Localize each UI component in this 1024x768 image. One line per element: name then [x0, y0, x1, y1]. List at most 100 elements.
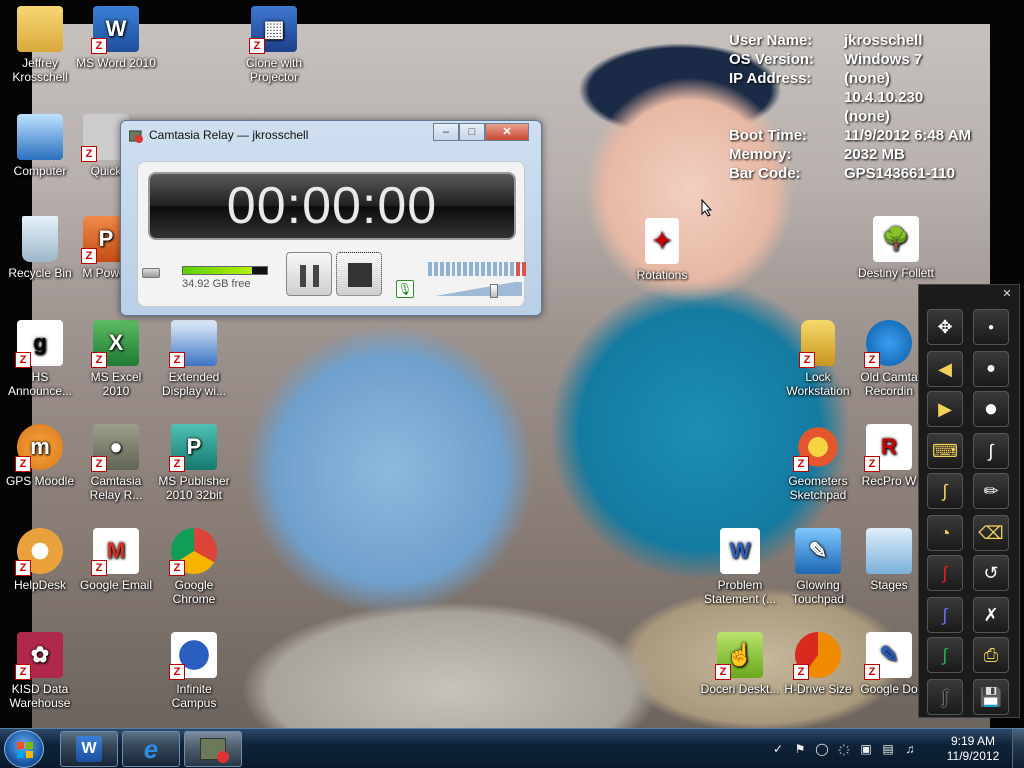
pen-toolbar-close-button[interactable]: ✕ — [1001, 288, 1013, 300]
desktop-icon-doceri[interactable]: ☝ Z Doceri Deskt... — [700, 632, 780, 696]
pen-cursor-icon[interactable]: ∫ — [927, 473, 963, 509]
next-page-icon[interactable]: ▶ — [927, 391, 963, 427]
icon-label: RecPro W — [861, 474, 917, 488]
select-tool-icon[interactable]: ✥ — [927, 309, 963, 345]
z-badge-icon: Z — [15, 664, 31, 680]
z-badge-icon: Z — [91, 560, 107, 576]
pause-button[interactable] — [286, 252, 332, 296]
desktop-icon-geometers[interactable]: Z Geometers Sketchpad — [778, 424, 858, 502]
sysinfo-row: User Name: jkrosschell — [729, 31, 971, 50]
keyboard-icon[interactable]: ⌨ — [927, 433, 963, 469]
microphone-icon[interactable]: 🎙 — [396, 280, 414, 298]
desktop-icon-recycle-bin[interactable]: Recycle Bin — [0, 216, 80, 280]
taskbar-ie-button[interactable]: e — [122, 731, 180, 767]
recpro-icon: RZ — [864, 424, 912, 472]
desktop-icon-stages[interactable]: Stages — [856, 528, 922, 592]
undo-icon[interactable]: ↺ — [973, 555, 1009, 591]
taskbar-clock[interactable]: 9:19 AM 11/9/2012 — [940, 734, 1006, 764]
highlighter-icon[interactable]: ✏ — [973, 473, 1009, 509]
icon-label: Rotations — [636, 268, 688, 282]
desktop-icon-ms-publisher[interactable]: PZ MS Publisher 2010 32bit — [154, 424, 234, 502]
moodle-icon: mZ — [15, 424, 63, 472]
display-icon[interactable]: ▣ — [858, 741, 874, 757]
excel-icon: XZ — [91, 320, 139, 368]
medium-dot-icon[interactable]: ● — [973, 351, 1009, 387]
sysinfo-key: User Name: — [729, 32, 813, 49]
desktop-icon-recpro[interactable]: RZ RecPro W — [856, 424, 922, 488]
taskbar-camtasia-button[interactable] — [184, 731, 242, 767]
blue-pen-icon[interactable]: ∫ — [927, 597, 963, 633]
start-button[interactable] — [4, 730, 44, 768]
small-dot-icon[interactable]: ● — [973, 309, 1009, 345]
extended-display-icon: Z — [169, 320, 217, 368]
pen-toolbar[interactable]: ✕ ✥ ◀ ▶ ⌨ ∫ ◔ ∫ ∫ ∫ ∫ ● ● ● ∫ ✏ ⌫ ↺ ✗ ⎙ … — [918, 284, 1020, 718]
window-titlebar[interactable]: Camtasia Relay — jkrosschell – □ ✕ — [121, 121, 541, 149]
desktop-icon-gps-moodle[interactable]: mZ GPS Moodle — [0, 424, 80, 488]
publisher-icon: PZ — [169, 424, 217, 472]
pen-stroke-icon[interactable]: ∫ — [973, 433, 1009, 469]
desktop-icon-google-docs[interactable]: ✎ Z Google Do — [856, 632, 922, 696]
bluetooth-icon[interactable]: ҉ — [836, 741, 852, 757]
desktop-icon-old-camtasia[interactable]: Z Old Camta Recordin — [856, 320, 922, 398]
z-badge-icon: Z — [15, 560, 31, 576]
desktop-icon-google-email[interactable]: MZ Google Email — [76, 528, 156, 592]
save-icon[interactable]: 💾 — [973, 679, 1009, 715]
desktop-icon-destiny[interactable]: 🌳 Destiny Follett — [856, 216, 936, 280]
minimize-button[interactable]: – — [433, 123, 459, 141]
volume-slider-track[interactable] — [428, 282, 522, 296]
desktop-icon-jeffrey[interactable]: Jeffrey Krosschell — [0, 6, 80, 84]
sysinfo-key: OS Version: — [729, 51, 815, 68]
desktop-icon-camtasia-relay[interactable]: ● Z Camtasia Relay R... — [76, 424, 156, 502]
maximize-button[interactable]: □ — [459, 123, 485, 141]
desktop-icon-glowing-touchpad[interactable]: ✎ Glowing Touchpad — [778, 528, 858, 606]
recording-timer: 00:00:00 — [148, 172, 516, 240]
desktop-icon-ms-excel[interactable]: XZ MS Excel 2010 — [76, 320, 156, 398]
red-pen-icon[interactable]: ∫ — [927, 555, 963, 591]
icon-label: KISD Data Warehouse — [9, 682, 71, 710]
previous-page-icon[interactable]: ◀ — [927, 351, 963, 387]
desktop-icon-rotations[interactable]: ✦ Rotations — [622, 218, 702, 282]
desktop-icon-problem-statement[interactable]: W Problem Statement (... — [700, 528, 780, 606]
icon-label: Stages — [870, 578, 908, 592]
clear-icon[interactable]: ✗ — [973, 597, 1009, 633]
network-globe-icon[interactable]: ◯ — [814, 741, 830, 757]
volume-icon[interactable]: ♫ — [902, 741, 918, 757]
free-space-label: 34.92 GB free — [182, 278, 251, 290]
camtasia-app-icon — [129, 130, 143, 143]
desktop-icon-lock-workstation[interactable]: Z Lock Workstation — [778, 320, 858, 398]
green-pen-icon[interactable]: ∫ — [927, 637, 963, 673]
sysinfo-row: (none) — [729, 107, 971, 126]
volume-slider-thumb[interactable] — [490, 284, 498, 298]
chrome-icon: Z — [169, 528, 217, 576]
pdf-icon: ✦ — [645, 218, 679, 264]
desktop-icon-google-chrome[interactable]: Z Google Chrome — [154, 528, 234, 606]
desktop-icon-hs-announce[interactable]: gZ HS Announce... — [0, 320, 80, 398]
computer-icon — [17, 114, 63, 160]
stop-button[interactable] — [336, 252, 382, 296]
eraser-icon[interactable]: ⌫ — [973, 515, 1009, 551]
desktop-icon-extended-display[interactable]: Z Extended Display wi... — [154, 320, 234, 398]
close-button[interactable]: ✕ — [485, 123, 529, 141]
desktop-icon-computer[interactable]: Computer — [0, 114, 80, 178]
desktop-icon-helpdesk[interactable]: Z HelpDesk — [0, 528, 80, 592]
sysinfo-key: Boot Time: — [729, 127, 808, 144]
camtasia-relay-window[interactable]: Camtasia Relay — jkrosschell – □ ✕ 00:00… — [120, 120, 542, 316]
security-shield-icon[interactable]: ✓ — [770, 741, 786, 757]
black-pen-icon[interactable]: ∫ — [927, 679, 963, 715]
color-palette-icon[interactable]: ◔ — [927, 515, 963, 551]
taskbar-word-button[interactable]: W — [60, 731, 118, 767]
icon-label: HelpDesk — [13, 578, 67, 592]
show-desktop-button[interactable] — [1012, 729, 1024, 768]
icon-label: MS Publisher 2010 32bit — [158, 474, 230, 502]
action-center-icon[interactable]: ⚑ — [792, 741, 808, 757]
network-icon[interactable]: ▤ — [880, 741, 896, 757]
desktop-icon-h-drive[interactable]: Z H-Drive Size — [778, 632, 858, 696]
large-dot-icon[interactable]: ● — [973, 391, 1009, 427]
desktop-icon-ms-word[interactable]: WZ MS Word 2010 — [76, 6, 156, 70]
windows-logo-icon — [17, 742, 33, 758]
print-icon[interactable]: ⎙ — [973, 637, 1009, 673]
tree-icon: 🌳 — [873, 216, 919, 262]
desktop-icon-infinite-campus[interactable]: Z Infinite Campus — [154, 632, 234, 710]
desktop-icon-kisd[interactable]: ✿ Z KISD Data Warehouse — [0, 632, 80, 710]
desktop-icon-clone-projector[interactable]: ▦ Z Clone with Projector — [234, 6, 314, 84]
